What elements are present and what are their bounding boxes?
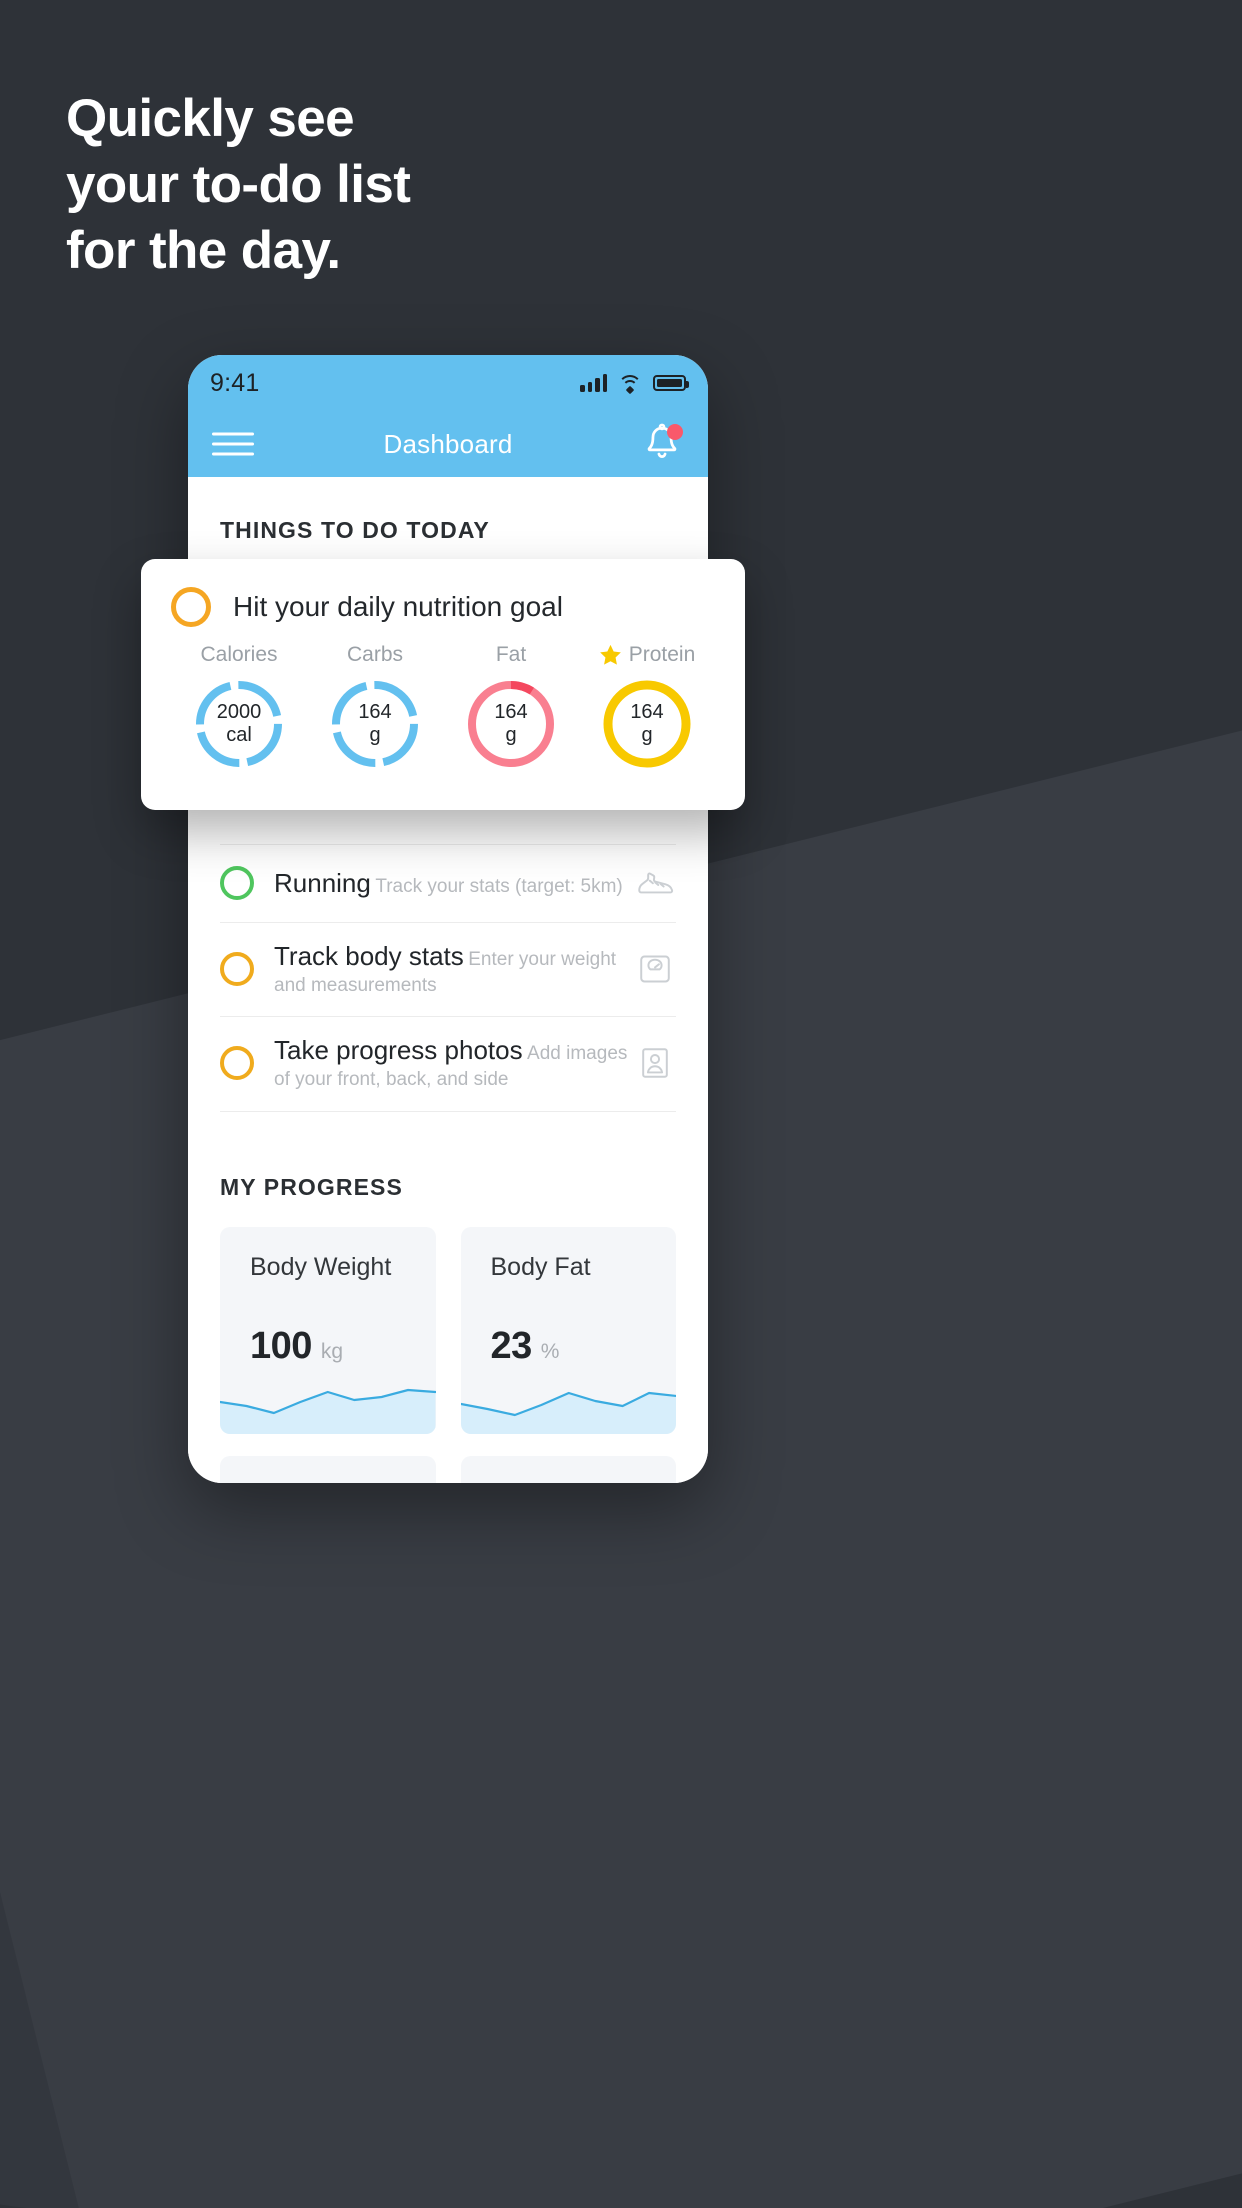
wifi-icon xyxy=(618,374,642,394)
todo-text: Running Track your stats (target: 5km) xyxy=(274,867,634,900)
macro-label: Fat xyxy=(495,643,527,666)
macro-progress-ring: 2000 cal xyxy=(192,677,286,771)
todo-checkbox-ring[interactable] xyxy=(220,1046,254,1081)
list-item[interactable]: Track body stats Enter your weight and m… xyxy=(220,922,676,1016)
todo-list: Running Track your stats (target: 5km) T… xyxy=(188,844,708,1112)
todo-text: Take progress photos Add images of your … xyxy=(274,1034,634,1092)
phone-mockup: 9:41 Dashboard THINGS TO DO TODAY Runnin… xyxy=(188,355,708,1483)
stat-card-unit: kg xyxy=(320,1339,344,1363)
sparkline-chart xyxy=(460,1372,676,1434)
macro-unit: cal xyxy=(226,724,252,746)
todo-item-title: Track body stats xyxy=(274,941,464,971)
status-bar: 9:41 xyxy=(188,355,708,411)
stat-card-value: 23 xyxy=(490,1324,533,1367)
macro-fat[interactable]: Fat 164 g xyxy=(443,643,579,771)
stat-card-body-weight[interactable]: Body Weight 100 kg xyxy=(220,1226,436,1434)
nutrition-goal-card[interactable]: Hit your daily nutrition goal Calories 2… xyxy=(141,559,745,810)
macro-value-group: 2000 cal xyxy=(192,677,286,771)
page-root: Quickly see your to-do list for the day.… xyxy=(0,0,1242,2208)
todo-item-title: Running xyxy=(274,867,371,898)
nutrition-card-header: Hit your daily nutrition goal xyxy=(171,587,715,627)
nutrition-card-title: Hit your daily nutrition goal xyxy=(233,591,563,622)
macro-value-group: 164 g xyxy=(328,677,422,771)
macro-progress-ring: 164 g xyxy=(600,677,694,771)
stat-card-partial[interactable] xyxy=(460,1455,676,1483)
status-bar-clock: 9:41 xyxy=(210,368,260,397)
nav-bar: Dashboard xyxy=(188,411,708,477)
sparkline-chart xyxy=(220,1372,436,1434)
stat-card-name: Body Weight xyxy=(250,1252,392,1281)
macro-label: Calories xyxy=(200,643,278,666)
photo-portrait-icon xyxy=(634,1042,676,1084)
progress-cards: Body Weight 100 kg Body Fat 23 % xyxy=(220,1226,676,1434)
headline-line-3: for the day. xyxy=(66,221,341,280)
todo-checkbox-ring[interactable] xyxy=(220,866,254,900)
headline-line-1: Quickly see xyxy=(66,89,355,148)
macro-value: 164 xyxy=(630,701,664,723)
macro-value: 164 xyxy=(358,701,392,723)
todo-item-subtitle: Track your stats (target: 5km) xyxy=(375,875,623,897)
progress-section: MY PROGRESS Body Weight 100 kg Body Fat … xyxy=(188,1112,708,1483)
stat-card-value-group: 100 kg xyxy=(250,1325,343,1368)
macro-unit: g xyxy=(369,724,381,746)
headline-line-2: your to-do list xyxy=(66,155,411,214)
hamburger-menu-icon[interactable] xyxy=(212,426,254,463)
notification-badge xyxy=(667,424,683,440)
page-title: Dashboard xyxy=(383,428,513,459)
running-shoe-icon xyxy=(634,862,676,904)
nutrition-checkbox-ring[interactable] xyxy=(171,587,211,627)
macro-label-group: Protein xyxy=(599,643,696,667)
star-icon xyxy=(599,644,622,666)
todo-section-title: THINGS TO DO TODAY xyxy=(220,517,490,543)
macro-progress-ring: 164 g xyxy=(464,677,558,771)
macro-unit: g xyxy=(641,724,653,746)
cellular-signal-icon xyxy=(580,374,607,392)
stat-card-unit: % xyxy=(540,1339,560,1363)
macro-protein[interactable]: Protein 164 g xyxy=(579,643,715,771)
list-item[interactable]: Take progress photos Add images of your … xyxy=(220,1016,676,1112)
stat-card-value-group: 23 % xyxy=(491,1325,560,1368)
macro-progress-ring: 164 g xyxy=(328,677,422,771)
stat-card-value: 100 xyxy=(250,1324,312,1367)
macro-value: 2000 xyxy=(216,701,262,723)
weight-scale-icon xyxy=(634,948,676,990)
todo-item-title: Take progress photos xyxy=(274,1035,523,1066)
bell-icon[interactable] xyxy=(642,423,683,465)
battery-icon xyxy=(653,375,689,391)
macro-calories[interactable]: Calories 2000 cal xyxy=(171,643,307,771)
progress-section-title: MY PROGRESS xyxy=(220,1173,403,1200)
macro-carbs[interactable]: Carbs 164 g xyxy=(307,643,443,771)
macro-value: 164 xyxy=(494,701,528,723)
marketing-headline: Quickly see your to-do list for the day. xyxy=(66,89,411,290)
progress-cards-next-row xyxy=(220,1455,676,1483)
stat-card-partial[interactable] xyxy=(220,1455,436,1483)
macro-value-group: 164 g xyxy=(600,677,694,771)
stat-card-name: Body Fat xyxy=(490,1252,591,1281)
todo-text: Track body stats Enter your weight and m… xyxy=(274,940,634,998)
todo-checkbox-ring[interactable] xyxy=(220,952,254,987)
macro-label: Protein xyxy=(628,643,696,666)
status-bar-icons xyxy=(580,374,689,394)
stat-card-body-fat[interactable]: Body Fat 23 % xyxy=(460,1226,676,1434)
list-item[interactable]: Running Track your stats (target: 5km) xyxy=(220,844,676,922)
macro-label: Carbs xyxy=(346,643,404,666)
macro-value-group: 164 g xyxy=(464,677,558,771)
phone-topbar: 9:41 Dashboard xyxy=(188,355,708,477)
macro-ring-group: Calories 2000 cal Carbs 164 g Fat 164 g … xyxy=(171,643,715,771)
macro-unit: g xyxy=(505,724,517,746)
